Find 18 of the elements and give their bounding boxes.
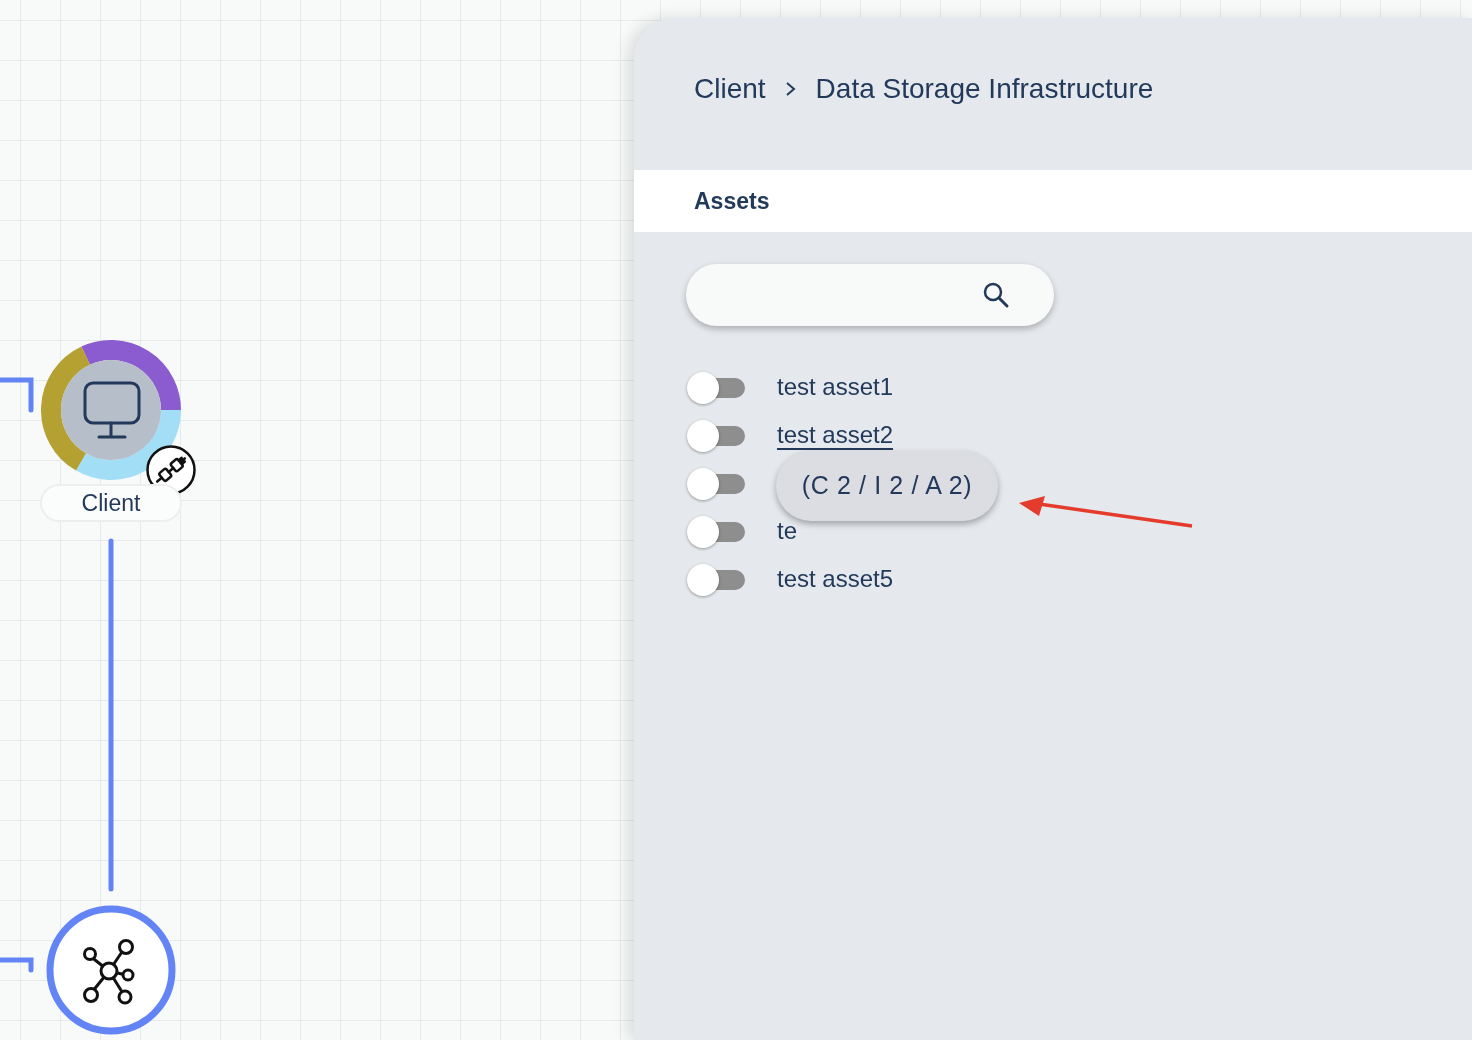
connector-line: [0, 377, 34, 413]
connector-line: [0, 957, 34, 973]
node-label: Client: [40, 484, 182, 522]
toggle-switch[interactable]: [687, 516, 747, 548]
toggle-switch[interactable]: [687, 372, 747, 404]
search-field[interactable]: [686, 264, 1054, 326]
toggle-switch[interactable]: [687, 420, 747, 452]
tab[interactable]: Assets: [694, 183, 770, 219]
asset-label[interactable]: test asset1: [777, 374, 894, 402]
breadcrumb-item[interactable]: Data Storage Infrastructure: [815, 68, 1154, 110]
monitor-icon: [83, 381, 141, 439]
toggle-switch[interactable]: [687, 468, 747, 500]
asset-label[interactable]: te: [777, 518, 797, 546]
toggle-switch[interactable]: [687, 564, 747, 596]
breadcrumb-item[interactable]: Client: [694, 68, 766, 110]
tooltip: (C 2 / I 2 / A 2): [776, 451, 998, 521]
asset-label[interactable]: test asset5: [777, 566, 894, 594]
search-icon: [982, 281, 1010, 309]
